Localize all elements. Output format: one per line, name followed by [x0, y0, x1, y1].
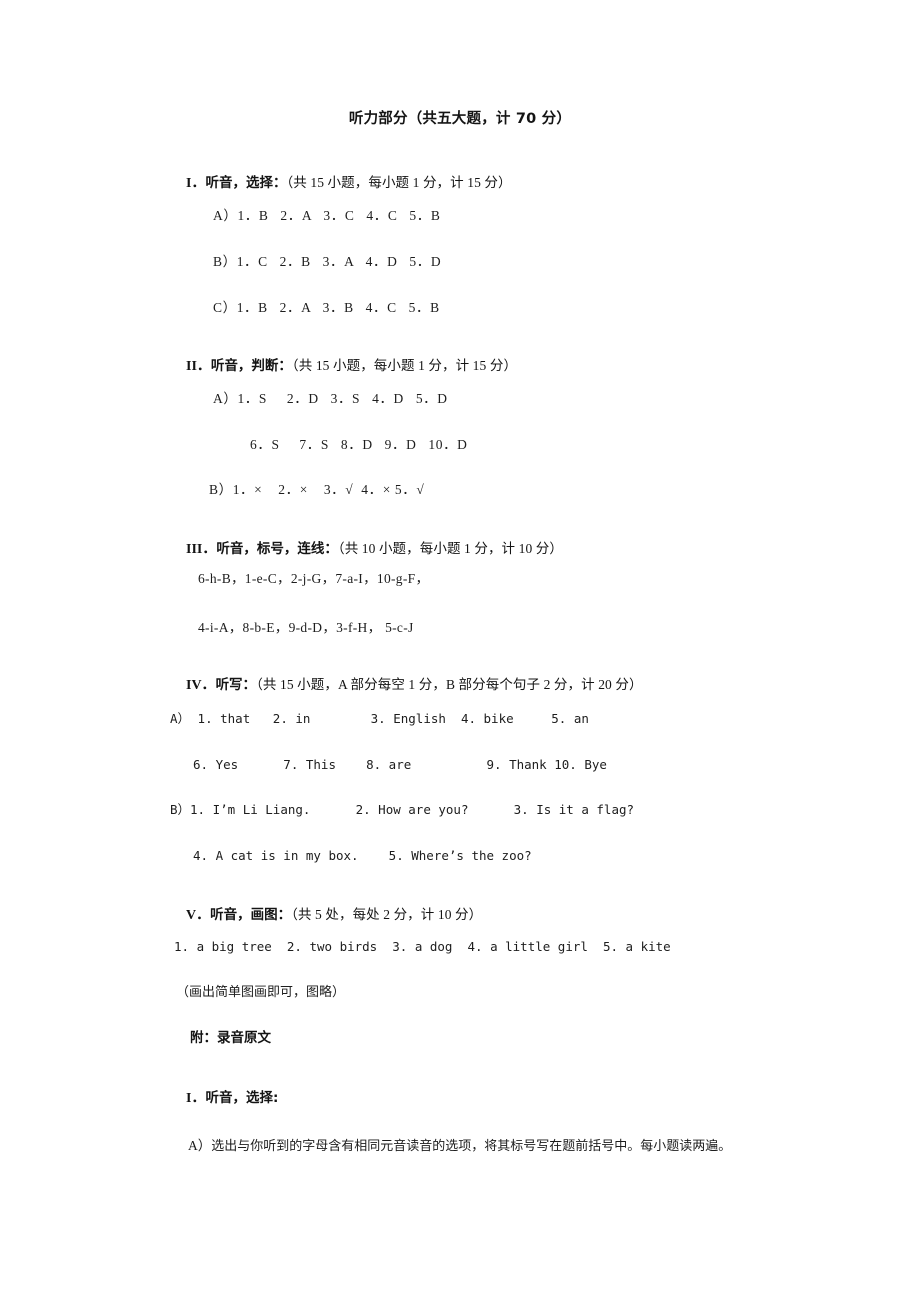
section-title-5: 听音，画图： — [210, 907, 292, 923]
section-scoring-2: （共 15 小题，每小题 1 分，计 15 分） — [291, 358, 518, 373]
appendix-instruction: A）选出与你听到的字母含有相同元音读音的选项，将其标号写在题前括号中。每小题读两… — [172, 1122, 731, 1170]
section-heading-3: III．听音，标号，连线：（共 10 小题，每小题 1 分，计 10 分） — [172, 528, 563, 571]
section-number-3: III． — [186, 542, 217, 557]
section-heading-4: IV．听写：（共 15 小题，A 部分每空 1 分，B 部分每个句子 2 分，计… — [172, 664, 643, 707]
section-number-1: I． — [186, 176, 206, 191]
answer-row: 4-i-A，8-b-E，9-d-D，3-f-H， 5-c-J — [198, 620, 414, 635]
answer-row: A）1．S 2．D 3．S 4．D 5．D — [213, 391, 448, 406]
answer-row: A） 1. that 2. in 3. English 4. bike 5. a… — [170, 711, 589, 726]
answer-note: （画出简单图画即可，图略） — [176, 985, 346, 1000]
section-scoring-5: （共 5 处，每处 2 分，计 10 分） — [291, 907, 483, 922]
document-page: 听力部分（共五大题，计 70 分） I．听音，选择：（共 15 小题，每小题 1… — [0, 0, 920, 1302]
section-heading-2: II．听音，判断：（共 15 小题，每小题 1 分，计 15 分） — [172, 345, 517, 388]
answer-row: B）1. I’m Li Liang. 2. How are you? 3. Is… — [170, 802, 635, 817]
appendix-section-title: 听音，选择: — [205, 1090, 279, 1106]
section-number-2: II． — [186, 359, 211, 374]
section-scoring-3: （共 10 小题，每小题 1 分，计 10 分） — [337, 541, 564, 556]
section-number-5: V． — [186, 908, 211, 923]
answer-row: C）1．B 2．A 3．B 4．C 5．B — [213, 300, 440, 315]
section-title-2: 听音，判断： — [210, 358, 292, 374]
appendix-heading: 附：录音原文 — [190, 1030, 271, 1046]
page-title: 听力部分（共五大题，计 70 分） — [348, 111, 572, 127]
section-heading-5: V．听音，画图：（共 5 处，每处 2 分，计 10 分） — [172, 894, 482, 937]
answer-row: 6．S 7．S 8．D 9．D 10．D — [250, 437, 468, 452]
section-heading-1: I．听音，选择：（共 15 小题，每小题 1 分，计 15 分） — [172, 162, 512, 205]
appendix-instruction-label: A） — [188, 1138, 212, 1153]
answer-row: B）1．× 2．× 3．√ 4．× 5．√ — [209, 482, 425, 497]
section-scoring-1: （共 15 小题，每小题 1 分，计 15 分） — [286, 175, 512, 190]
answer-row: A）1．B 2．A 3．C 4．C 5．B — [213, 208, 441, 223]
answer-row: 1. a big tree 2. two birds 3. a dog 4. a… — [174, 939, 671, 954]
section-title-4: 听写： — [215, 677, 257, 693]
appendix-section-number: I． — [186, 1091, 206, 1106]
section-title-3: 听音，标号，连线： — [216, 541, 338, 557]
answer-row: 6. Yes 7. This 8. are 9. Thank 10. Bye — [193, 757, 607, 772]
appendix-instruction-text: 选出与你听到的字母含有相同元音读音的选项，将其标号写在题前括号中。每小题读两遍。 — [211, 1139, 732, 1154]
answer-row: 6-h-B，1-e-C，2-j-G，7-a-I，10-g-F， — [198, 571, 430, 586]
answer-row: 4. A cat is in my box. 5. Where’s the zo… — [193, 848, 532, 863]
appendix-section-heading: I．听音，选择: — [172, 1078, 278, 1120]
answer-row: B）1．C 2．B 3．A 4．D 5．D — [213, 254, 442, 269]
section-scoring-4: （共 15 小题，A 部分每空 1 分，B 部分每个句子 2 分，计 20 分） — [256, 677, 643, 692]
section-title-1: 听音，选择： — [205, 175, 287, 191]
section-number-4: IV． — [186, 678, 216, 693]
